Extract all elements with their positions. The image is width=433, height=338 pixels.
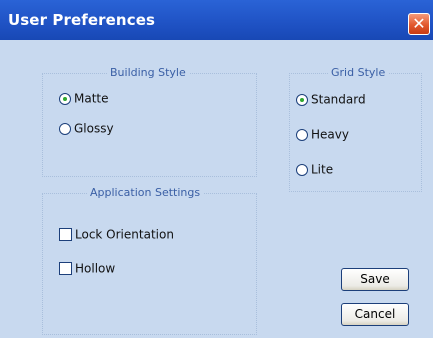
radio-matte-label: Matte: [74, 91, 109, 106]
title-bar[interactable]: User Preferences ✕: [0, 0, 433, 40]
radio-matte-indicator: [59, 92, 71, 105]
close-icon[interactable]: ✕: [408, 13, 430, 35]
checkbox-hollow[interactable]: Hollow: [59, 261, 115, 276]
checkbox-hollow-box: [59, 262, 72, 275]
application-settings-legend: Application Settings: [87, 186, 204, 199]
radio-heavy-indicator: [296, 128, 308, 141]
radio-glossy-label: Glossy: [74, 121, 114, 136]
window-title: User Preferences: [8, 11, 156, 29]
cancel-button[interactable]: Cancel: [341, 303, 409, 326]
checkbox-lock-orientation-label: Lock Orientation: [75, 227, 174, 242]
building-style-legend: Building Style: [107, 66, 189, 79]
radio-heavy-label: Heavy: [311, 127, 349, 142]
radio-lite-label: Lite: [311, 162, 334, 177]
radio-heavy[interactable]: Heavy: [296, 127, 349, 142]
checkbox-lock-orientation[interactable]: Lock Orientation: [59, 227, 174, 242]
radio-glossy[interactable]: Glossy: [59, 121, 114, 136]
checkbox-lock-orientation-box: [59, 228, 72, 241]
radio-standard-label: Standard: [311, 92, 366, 107]
checkbox-hollow-label: Hollow: [75, 261, 116, 276]
radio-standard-indicator: [296, 93, 308, 106]
radio-standard[interactable]: Standard: [296, 92, 366, 107]
radio-glossy-indicator: [59, 122, 71, 135]
radio-lite-indicator: [296, 163, 308, 176]
save-button[interactable]: Save: [341, 268, 409, 291]
grid-style-legend: Grid Style: [328, 66, 389, 79]
radio-matte[interactable]: Matte: [59, 91, 109, 106]
radio-lite[interactable]: Lite: [296, 162, 333, 177]
user-preferences-dialog: User Preferences ✕ Building Style Matte …: [0, 0, 433, 338]
